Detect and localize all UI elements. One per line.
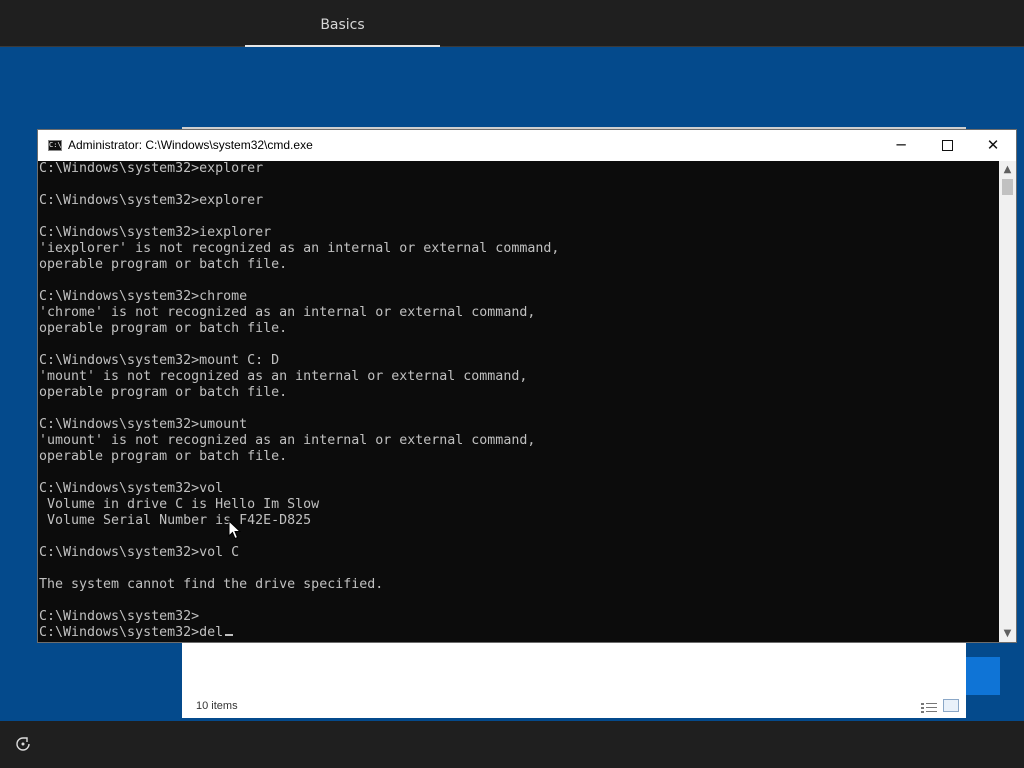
- bottom-bar: [0, 721, 1024, 768]
- console-input-line[interactable]: C:\Windows\system32>del: [39, 625, 999, 641]
- console-line: 'chrome' is not recognized as an interna…: [39, 305, 536, 320]
- close-button[interactable]: ✕: [970, 130, 1016, 161]
- cmd-window-title: Administrator: C:\Windows\system32\cmd.e…: [68, 138, 313, 152]
- top-bar: Basics: [0, 0, 1024, 47]
- cmd-title-bar[interactable]: C:\ Administrator: C:\Windows\system32\c…: [38, 130, 1016, 161]
- console-line: C:\Windows\system32>umount: [39, 417, 248, 432]
- console-line: Volume Serial Number is F42E-D825: [39, 513, 312, 528]
- console-line: Volume in drive C is Hello Im Slow: [39, 497, 320, 512]
- top-bar-divider: [0, 46, 1024, 47]
- large-icons-view-icon[interactable]: [943, 699, 959, 712]
- mouse-pointer-icon: [228, 519, 242, 540]
- cmd-window[interactable]: C:\ Administrator: C:\Windows\system32\c…: [38, 130, 1016, 642]
- console-output[interactable]: C:\Windows\system32>explorer C:\Windows\…: [39, 161, 999, 641]
- console-line: C:\Windows\system32>mount C: D: [39, 353, 280, 368]
- console-line: 'umount' is not recognized as an interna…: [39, 433, 536, 448]
- cmd-icon: C:\: [48, 140, 62, 151]
- scroll-up-icon[interactable]: ▲: [999, 161, 1016, 178]
- console-current-input: C:\Windows\system32>del: [39, 625, 224, 640]
- console-line: 'mount' is not recognized as an internal…: [39, 369, 528, 384]
- console-line: C:\Windows\system32>explorer: [39, 193, 264, 208]
- console-line: operable program or batch file.: [39, 321, 288, 336]
- console-line: 'iexplorer' is not recognized as an inte…: [39, 241, 560, 256]
- maximize-icon: [941, 140, 953, 151]
- tab-basics-underline: [245, 45, 440, 47]
- status-item-count: 10 items: [196, 700, 238, 712]
- console-line: C:\Windows\system32>chrome: [39, 289, 248, 304]
- details-view-icon[interactable]: [920, 699, 938, 713]
- console-line: operable program or batch file.: [39, 385, 288, 400]
- scroll-thumb[interactable]: [1002, 179, 1013, 195]
- minimize-button[interactable]: ─: [878, 130, 924, 161]
- console-history: C:\Windows\system32>explorer C:\Windows\…: [39, 161, 999, 625]
- console-line: C:\Windows\system32>iexplorer: [39, 225, 272, 240]
- ease-of-access-icon[interactable]: [14, 735, 32, 753]
- text-cursor: [225, 634, 234, 636]
- console-line: The system cannot find the drive specifi…: [39, 577, 384, 592]
- tab-basics[interactable]: Basics: [245, 0, 440, 47]
- console-line: C:\Windows\system32>vol C: [39, 545, 240, 560]
- maximize-button[interactable]: [924, 130, 970, 161]
- close-icon: ✕: [986, 136, 1000, 154]
- console-line: operable program or batch file.: [39, 449, 288, 464]
- console-line: C:\Windows\system32>: [39, 609, 200, 624]
- vertical-scrollbar[interactable]: ▲ ▼: [999, 161, 1016, 642]
- minimize-icon: ─: [896, 136, 906, 154]
- background-tile: [966, 657, 1000, 695]
- console-line: C:\Windows\system32>explorer: [39, 161, 264, 176]
- console-line: operable program or batch file.: [39, 257, 288, 272]
- scroll-down-icon[interactable]: ▼: [999, 625, 1016, 642]
- console-line: C:\Windows\system32>vol: [39, 481, 224, 496]
